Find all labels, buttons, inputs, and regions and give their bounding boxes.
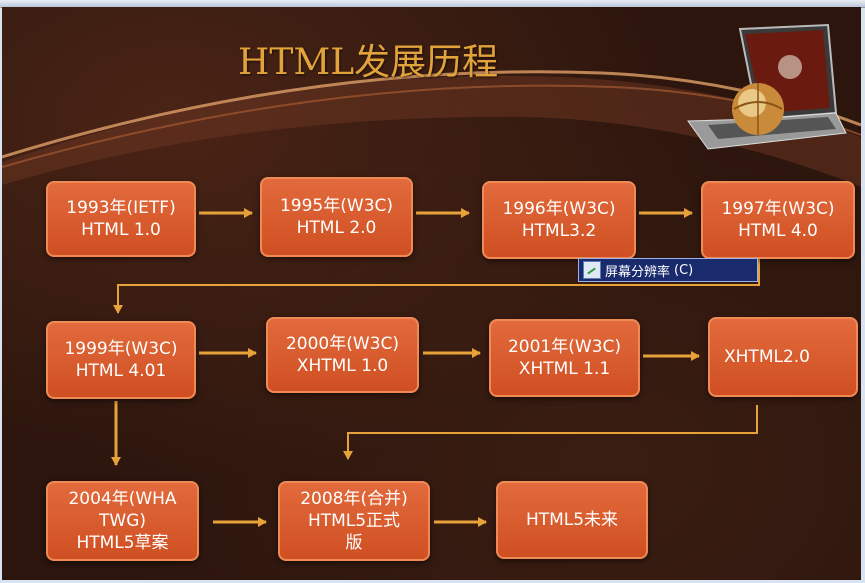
tooltip-suffix: (C) [674, 262, 694, 278]
timeline-box-2000: 2000年(W3C) XHTML 1.0 [266, 317, 419, 393]
timeline-box-xhtml2: XHTML2.0 [708, 317, 858, 397]
timeline-box-1999: 1999年(W3C) HTML 4.01 [46, 321, 196, 399]
timeline-box-2008: 2008年(合并) HTML5正式 版 [278, 481, 430, 561]
timeline-box-1996: 1996年(W3C) HTML3.2 [482, 181, 636, 259]
chart-icon [583, 261, 601, 279]
slide: HTML发展历程 1993年(IETF) HTML 1.0 1995年(W3C)… [2, 7, 861, 580]
timeline-box-2004: 2004年(WHA TWG) HTML5草案 [46, 481, 199, 561]
timeline-box-1997: 1997年(W3C) HTML 4.0 [701, 181, 855, 259]
timeline-box-2001: 2001年(W3C) XHTML 1.1 [489, 319, 640, 397]
timeline-box-future: HTML5未来 [496, 481, 648, 559]
arrow-xhtml2-2008 [343, 405, 758, 460]
timeline-box-1995: 1995年(W3C) HTML 2.0 [260, 177, 413, 257]
tooltip-label: 屏幕分辨率 [605, 264, 671, 280]
timeline-box-1993: 1993年(IETF) HTML 1.0 [46, 181, 196, 257]
screen-resolution-tooltip[interactable]: 屏幕分辨率 (C) [578, 258, 758, 282]
